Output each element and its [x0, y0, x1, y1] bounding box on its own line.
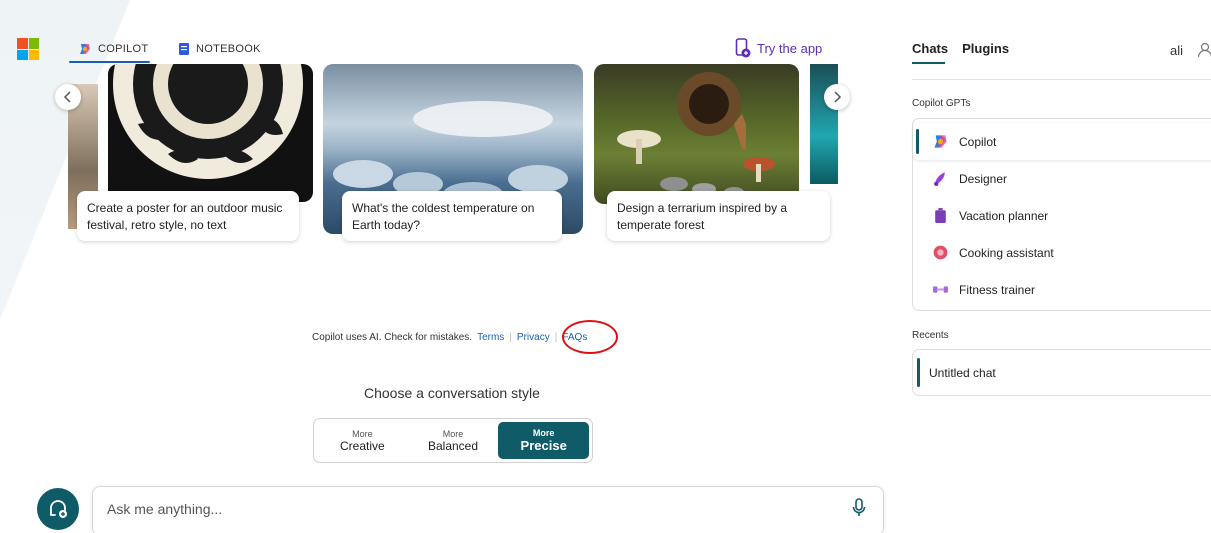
style-prefix: More — [442, 428, 464, 439]
style-label: Precise — [520, 438, 567, 453]
dumbbell-icon — [933, 286, 948, 293]
gpt-item-cooking-assistant[interactable]: Cooking assistant — [913, 234, 1211, 271]
microphone-button[interactable] — [852, 498, 866, 523]
notebook-icon — [179, 43, 189, 55]
terms-link[interactable]: Terms — [477, 332, 504, 343]
cooking-icon — [933, 245, 948, 260]
style-prefix: More — [532, 428, 555, 438]
suggestion-card[interactable]: What's the coldest temperature on Earth … — [342, 191, 562, 241]
terrarium-image[interactable] — [594, 64, 799, 204]
recent-chat-item[interactable]: Untitled chat — [916, 353, 1211, 392]
gpt-label: Vacation planner — [959, 208, 1049, 223]
conversation-style-title: Choose a conversation style — [364, 385, 540, 401]
recent-chat-label: Untitled chat — [929, 365, 996, 380]
phone-app-icon — [735, 38, 751, 58]
gpt-item-vacation-planner[interactable]: Vacation planner — [913, 197, 1211, 234]
tab-copilot-label: COPILOT — [98, 43, 149, 55]
highlight-annotation — [562, 320, 618, 354]
suggestion-card[interactable]: Design a terrarium inspired by a tempera… — [607, 191, 830, 241]
microphone-icon — [852, 498, 866, 516]
new-chat-icon — [50, 500, 67, 518]
recents-list: Untitled chat — [912, 349, 1211, 396]
gpt-item-copilot[interactable]: Copilot — [913, 123, 1211, 160]
copilot-icon — [80, 44, 90, 54]
conversation-style-selector: More Creative More Balanced More Precise — [313, 418, 593, 463]
chevron-right-icon — [834, 91, 842, 103]
separator: | — [509, 332, 512, 343]
try-the-app-link[interactable]: Try the app — [735, 38, 822, 58]
style-creative-button[interactable]: More Creative — [317, 422, 408, 459]
tab-notebook[interactable]: NOTEBOOK — [178, 40, 261, 58]
gpt-label: Fitness trainer — [959, 282, 1036, 297]
active-tab-indicator — [69, 61, 150, 63]
style-precise-button[interactable]: More Precise — [498, 422, 590, 459]
suggestion-card[interactable]: Create a poster for an outdoor music fes… — [77, 191, 299, 241]
suitcase-icon — [935, 208, 946, 223]
chevron-left-icon — [63, 91, 71, 103]
try-the-app-label: Try the app — [757, 40, 823, 56]
new-topic-button[interactable] — [37, 488, 79, 530]
poster-image[interactable] — [108, 64, 313, 202]
style-label: Creative — [339, 438, 385, 453]
disclaimer: Copilot uses AI. Check for mistakes. Ter… — [312, 332, 587, 343]
style-prefix: More — [352, 428, 373, 439]
carousel-prev-button[interactable] — [55, 84, 81, 110]
style-balanced-button[interactable]: More Balanced — [408, 422, 499, 459]
chat-input-box — [92, 486, 884, 533]
copilot-icon — [934, 135, 947, 148]
gpt-item-fitness-trainer[interactable]: Fitness trainer — [913, 271, 1211, 308]
divider — [912, 79, 1211, 80]
suggestion-caption: Create a poster for an outdoor music fes… — [87, 201, 283, 232]
separator: | — [554, 332, 558, 343]
partial-card-image-right — [810, 64, 838, 184]
carousel-next-button[interactable] — [824, 84, 850, 110]
tab-notebook-label: NOTEBOOK — [196, 43, 261, 55]
suggestion-carousel: Create a poster for an outdoor music fes… — [68, 64, 838, 254]
disclaimer-text: Copilot uses AI. Check for mistakes. — [312, 332, 473, 343]
tab-copilot[interactable]: COPILOT — [78, 40, 148, 58]
active-tab-indicator — [912, 62, 945, 64]
user-name[interactable]: ali — [1170, 43, 1183, 58]
tab-chats[interactable]: Chats — [912, 41, 948, 56]
copilot-gpts-label: Copilot GPTs — [912, 98, 971, 109]
gpt-list: Copilot Designer Vacation planner Cookin… — [912, 118, 1211, 311]
privacy-link[interactable]: Privacy — [517, 332, 550, 343]
designer-icon — [934, 172, 945, 186]
right-panel-tabs: Chats Plugins — [912, 41, 1009, 56]
tab-plugins[interactable]: Plugins — [962, 41, 1009, 56]
microsoft-logo-icon[interactable] — [17, 38, 39, 60]
style-label: Balanced — [427, 438, 479, 453]
gpt-label: Copilot — [959, 134, 997, 149]
gpt-label: Designer — [959, 171, 1008, 186]
user-avatar-icon[interactable] — [1197, 42, 1211, 63]
gpt-item-designer[interactable]: Designer — [913, 160, 1211, 197]
ask-input[interactable] — [107, 501, 807, 517]
recents-label: Recents — [912, 330, 949, 341]
gpt-label: Cooking assistant — [959, 245, 1054, 260]
suggestion-caption: What's the coldest temperature on Earth … — [352, 201, 535, 232]
suggestion-caption: Design a terrarium inspired by a tempera… — [617, 201, 788, 232]
